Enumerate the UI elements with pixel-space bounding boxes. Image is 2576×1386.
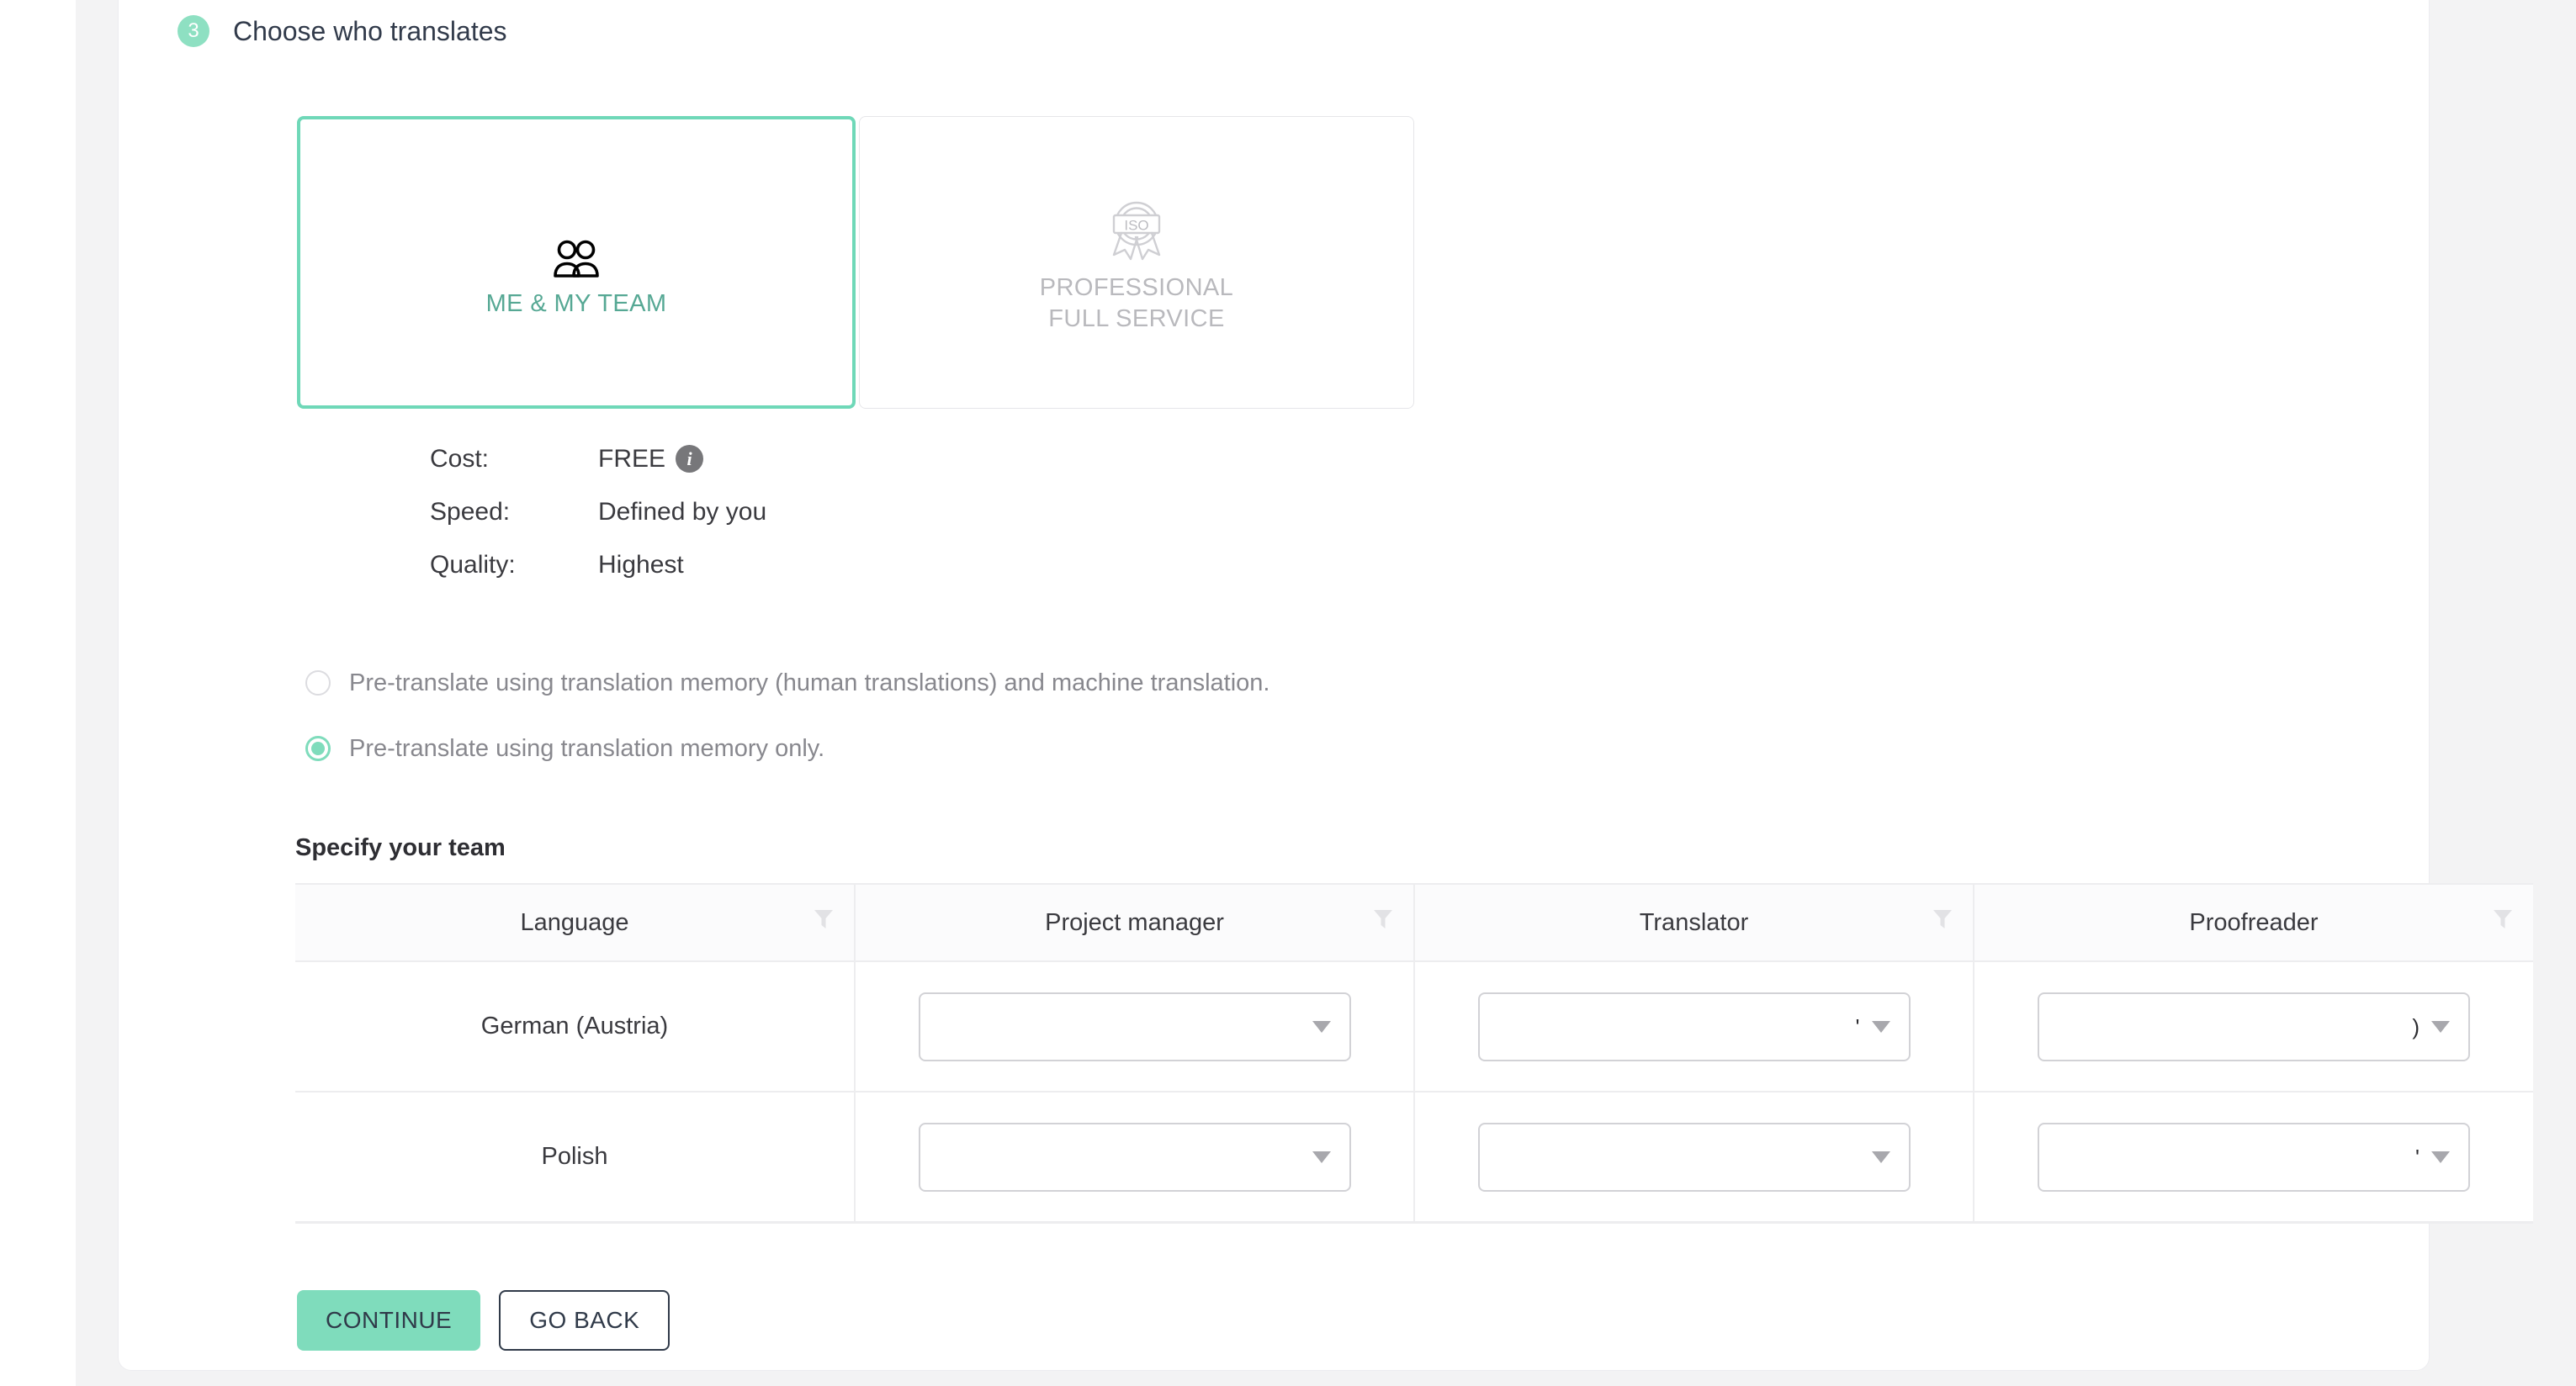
detail-row-speed: Speed: Defined by you: [430, 485, 766, 538]
cell-project-manager-polish: [855, 1092, 1415, 1224]
filter-icon[interactable]: [1932, 908, 1953, 937]
service-details-list: Cost: FREE i Speed: Defined by you Quali…: [430, 432, 766, 591]
pretranslate-option-tm-only[interactable]: Pre-translate using translation memory o…: [305, 716, 1269, 781]
people-icon: [552, 206, 601, 280]
column-header-language: Language: [295, 883, 856, 962]
option-card-professional-full-service[interactable]: ISO PROFESSIONAL FULL SERVICE: [859, 116, 1414, 409]
team-section-title: Specify your team: [295, 834, 506, 861]
column-header-language-label: Language: [520, 908, 629, 936]
translation-provider-options: ME & MY TEAM ISO PROFESSIONAL FULL SERVI…: [297, 116, 1414, 409]
iso-badge-icon: ISO: [1103, 190, 1170, 264]
table-header-row: Language Project manager Translator Proo…: [295, 883, 2533, 962]
radio-button-selected-icon[interactable]: [305, 736, 331, 761]
option-label-professional-full-service: PROFESSIONAL FULL SERVICE: [1040, 272, 1233, 334]
column-header-translator: Translator: [1414, 883, 1974, 962]
filter-icon[interactable]: [1373, 908, 1393, 937]
detail-label-speed: Speed:: [430, 497, 511, 526]
team-assignment-table: Language Project manager Translator Proo…: [295, 883, 2533, 1224]
table-row: German (Austria) '): [295, 961, 2533, 1092]
detail-label-quality: Quality:: [430, 550, 516, 579]
cell-proofreader-german-austria: ): [1974, 961, 2533, 1092]
detail-value-speed: Defined by you: [598, 497, 767, 526]
cell-translator-german-austria: ': [1414, 961, 1974, 1092]
svg-text:ISO: ISO: [1124, 218, 1148, 234]
cell-project-manager-german-austria: [855, 961, 1415, 1092]
radio-button-unselected-icon[interactable]: [305, 670, 331, 696]
filter-icon[interactable]: [814, 908, 834, 937]
detail-value-quality: Highest: [598, 550, 684, 579]
pretranslate-label-tm-and-mt: Pre-translate using translation memory (…: [349, 669, 1270, 696]
column-header-project-manager-label: Project manager: [1045, 908, 1224, 936]
page-title: Choose who translates: [233, 15, 507, 46]
column-header-proofreader: Proofreader: [1974, 883, 2533, 962]
chevron-down-icon: [1312, 1151, 1331, 1163]
cell-translator-polish: [1414, 1092, 1974, 1224]
chevron-down-icon: [2431, 1151, 2450, 1163]
project-manager-select[interactable]: [918, 1122, 1351, 1192]
table-row: Polish ': [295, 1092, 2533, 1224]
column-header-translator-label: Translator: [1639, 908, 1749, 936]
detail-row-cost: Cost: FREE i: [430, 432, 766, 485]
wizard-content-card: 3 Choose who translates ME & MY TEAM ISO…: [118, 0, 2533, 1371]
translator-select[interactable]: [1477, 1122, 1911, 1192]
project-manager-select[interactable]: [918, 992, 1351, 1061]
step-header: 3 Choose who translates: [178, 15, 507, 47]
chevron-down-icon: [1871, 1020, 1890, 1033]
column-header-proofreader-label: Proofreader: [2189, 908, 2319, 936]
proofreader-select[interactable]: ): [2038, 992, 2470, 1061]
option-label-me-and-my-team: ME & MY TEAM: [485, 289, 667, 317]
filter-icon[interactable]: [2493, 908, 2513, 937]
option-label-line1: PROFESSIONAL: [1039, 274, 1234, 302]
left-white-strip: [0, 0, 76, 1386]
chevron-down-icon: [1312, 1020, 1331, 1033]
cell-proofreader-polish: ': [1974, 1092, 2533, 1224]
page-background: 3 Choose who translates ME & MY TEAM ISO…: [0, 0, 2576, 1386]
text-cursor-artifact: ': [2415, 1144, 2420, 1170]
detail-label-cost: Cost:: [430, 444, 490, 473]
chevron-down-icon: [2431, 1020, 2450, 1033]
proofreader-select[interactable]: ': [2038, 1122, 2470, 1192]
pretranslate-options-group: Pre-translate using translation memory (…: [305, 650, 1269, 781]
option-card-me-and-my-team[interactable]: ME & MY TEAM: [297, 116, 856, 409]
detail-row-quality: Quality: Highest: [430, 538, 766, 591]
chevron-down-icon: [1871, 1151, 1890, 1163]
wizard-footer-actions: CONTINUE GO BACK: [297, 1290, 671, 1351]
text-cursor-artifact: ): [2412, 1013, 2420, 1040]
go-back-button[interactable]: GO BACK: [499, 1290, 671, 1351]
cell-language-german-austria: German (Austria): [295, 961, 856, 1092]
step-number-badge: 3: [178, 15, 209, 47]
cell-language-polish: Polish: [295, 1092, 856, 1224]
text-cursor-artifact: ': [1855, 1013, 1860, 1040]
translator-select[interactable]: ': [1477, 992, 1911, 1061]
bottom-gray-strip: [118, 1371, 2430, 1386]
info-icon[interactable]: i: [676, 445, 704, 473]
option-label-line2: FULL SERVICE: [1048, 305, 1225, 332]
continue-button[interactable]: CONTINUE: [297, 1290, 481, 1351]
pretranslate-option-tm-and-mt[interactable]: Pre-translate using translation memory (…: [305, 650, 1269, 716]
column-header-project-manager: Project manager: [855, 883, 1415, 962]
detail-value-cost: FREE: [598, 444, 666, 473]
pretranslate-label-tm-only: Pre-translate using translation memory o…: [349, 734, 825, 762]
